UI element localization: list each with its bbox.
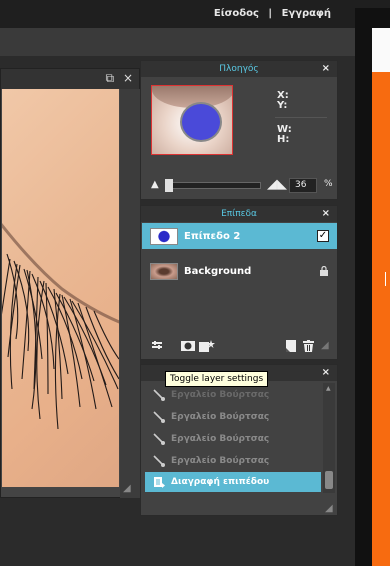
history-item-label: Εργαλείο Βούρτσας	[171, 434, 270, 444]
canvas-scrollbar[interactable]	[120, 89, 140, 498]
zoom-slider-handle[interactable]	[165, 179, 173, 192]
layer-styles-icon[interactable]	[199, 340, 215, 356]
navigator-header: Πλοηγός ×	[141, 61, 337, 77]
y-label: Y:	[277, 100, 288, 111]
canvas-image[interactable]	[2, 89, 119, 487]
history-close-icon[interactable]: ×	[322, 365, 330, 381]
navigator-thumbnail[interactable]	[151, 85, 233, 155]
scroll-up-icon[interactable]: ▲	[326, 385, 331, 392]
zoom-slider[interactable]	[167, 182, 261, 189]
navigator-panel: Πλοηγός × X: Y: W: H: ▲ ◢◣ 36 %	[140, 60, 338, 200]
coordinate-divider	[275, 117, 327, 118]
side-marker	[385, 272, 389, 286]
delete-layer-icon	[154, 477, 165, 488]
history-item-label: Εργαλείο Βούρτσας	[171, 412, 270, 422]
history-item[interactable]: Εργαλείο Βούρτσας	[145, 385, 321, 405]
layer-mask-icon[interactable]	[181, 340, 195, 355]
history-item-label: Διαγραφή επιπέδου	[171, 477, 270, 487]
history-item-selected[interactable]: Διαγραφή επιπέδου	[145, 472, 321, 492]
zoom-in-icon[interactable]: ◢◣	[267, 177, 287, 192]
layer-item-background[interactable]: Background	[142, 258, 337, 284]
thumbnail-iris	[180, 102, 222, 142]
layer-item-selected[interactable]: Επίπεδο 2 ✓	[142, 223, 337, 249]
zoom-controls: ▲ ◢◣ 36 %	[151, 177, 333, 193]
canvas-resize-grip-icon[interactable]: ◢	[123, 483, 131, 494]
side-white-area	[372, 28, 390, 72]
brush-icon	[153, 411, 165, 423]
brush-icon	[153, 455, 165, 467]
new-layer-icon[interactable]	[285, 340, 297, 355]
restore-icon[interactable]: ⧉	[106, 71, 115, 85]
zoom-input[interactable]: 36	[289, 178, 317, 193]
history-item-label: Εργαλείο Βούρτσας	[171, 456, 270, 466]
layers-panel: Επίπεδα × Επίπεδο 2 ✓ Background ◢	[140, 205, 338, 360]
zoom-unit: %	[324, 179, 333, 189]
options-toolbar	[0, 28, 355, 56]
layer-thumbnail	[150, 263, 178, 280]
layers-close-icon[interactable]: ×	[322, 206, 330, 222]
layers-resize-grip-icon[interactable]: ◢	[321, 340, 329, 351]
close-icon[interactable]: ×	[123, 71, 133, 85]
navigator-title: Πλοηγός	[219, 64, 259, 74]
navigator-close-icon[interactable]: ×	[322, 61, 330, 77]
coordinate-readout: X: Y: W: H:	[277, 91, 292, 145]
auth-links: Είσοδος | Εγγραφή	[211, 8, 334, 19]
tooltip: Toggle layer settings	[165, 371, 269, 387]
lock-icon	[320, 265, 328, 279]
h-label: H:	[277, 134, 290, 145]
layers-title: Επίπεδα	[221, 209, 257, 219]
layer-name: Επίπεδο 2	[184, 231, 241, 242]
canvas-titlebar: ⧉ ×	[1, 69, 139, 89]
brush-icon	[153, 389, 165, 401]
login-link[interactable]: Είσοδος	[214, 8, 259, 19]
zoom-out-icon[interactable]: ▲	[151, 179, 159, 190]
layer-visibility-checkbox[interactable]: ✓	[317, 230, 329, 242]
layers-header: Επίπεδα ×	[141, 206, 337, 222]
top-bar: Είσοδος | Εγγραφή	[0, 0, 390, 28]
layer-thumbnail	[150, 228, 178, 245]
trash-icon[interactable]	[303, 340, 314, 355]
history-scrollbar[interactable]: ▲	[323, 383, 335, 493]
canvas-window: ⧉ × ◢	[0, 68, 140, 498]
history-scroll-thumb[interactable]	[325, 471, 333, 489]
register-link[interactable]: Εγγραφή	[282, 8, 331, 19]
layer-toolbar: ◢	[151, 340, 331, 354]
history-resize-grip-icon[interactable]: ◢	[325, 503, 333, 514]
history-item-label: Εργαλείο Βούρτσας	[171, 390, 270, 400]
auth-separator: |	[268, 8, 273, 19]
layer-settings-icon[interactable]	[151, 340, 163, 355]
side-orange-area	[372, 72, 390, 566]
history-item[interactable]: Εργαλείο Βούρτσας	[145, 407, 321, 427]
brush-icon	[153, 433, 165, 445]
layer-name: Background	[184, 266, 252, 277]
history-item[interactable]: Εργαλείο Βούρτσας	[145, 429, 321, 449]
history-item[interactable]: Εργαλείο Βούρτσας	[145, 451, 321, 471]
